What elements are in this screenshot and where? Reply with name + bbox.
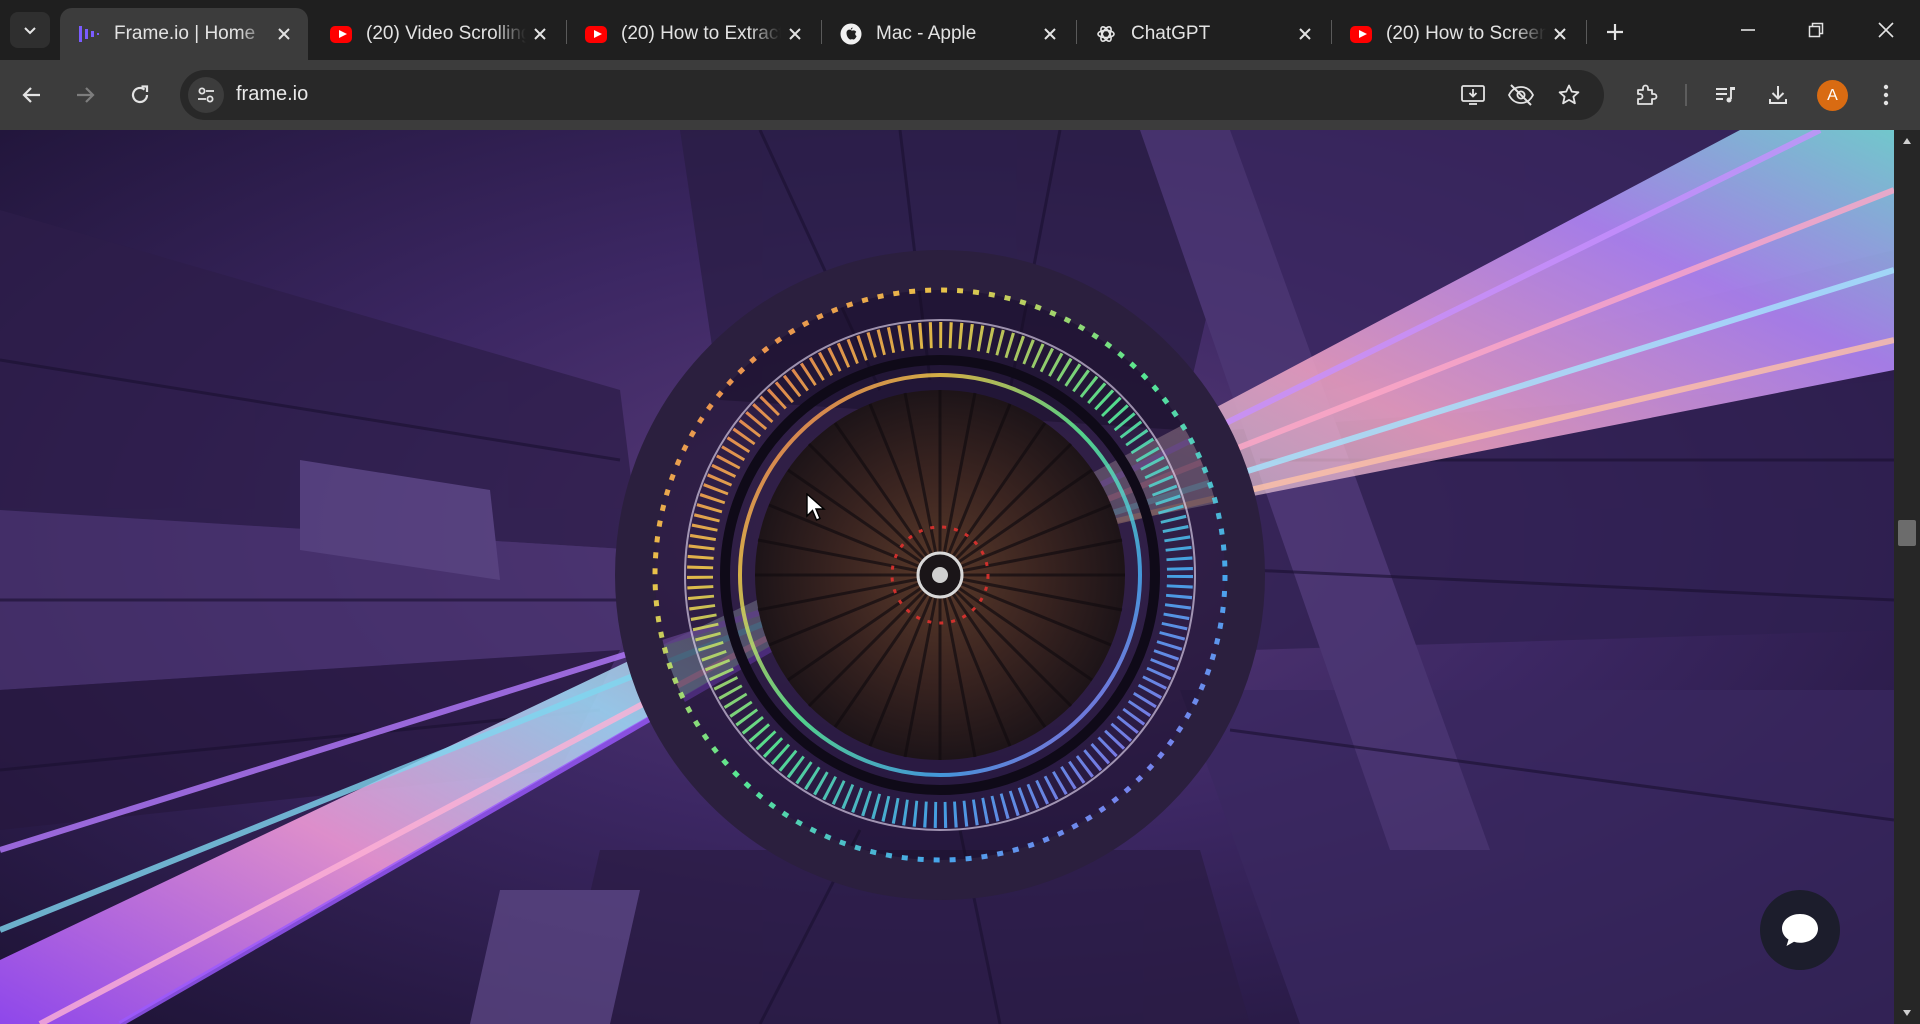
minimize-icon bbox=[1741, 29, 1755, 31]
tab-chatgpt[interactable]: ChatGPT bbox=[1077, 8, 1329, 60]
close-tab-icon[interactable] bbox=[1546, 20, 1574, 48]
downloads-button[interactable] bbox=[1760, 77, 1796, 113]
arrow-right-icon bbox=[77, 87, 95, 103]
toolbar-separator bbox=[1685, 84, 1687, 106]
frameio-icon bbox=[78, 23, 100, 45]
tab-title: (20) Video Scrolling bbox=[366, 23, 526, 44]
tab-title: (20) How to Screen bbox=[1386, 23, 1546, 44]
tab-title: Frame.io | Home bbox=[114, 23, 256, 44]
chat-bubble-icon bbox=[1782, 914, 1818, 946]
close-icon bbox=[1878, 22, 1894, 38]
triangle-down-icon bbox=[1903, 1010, 1911, 1016]
tab-how-to-extract[interactable]: (20) How to Extract bbox=[567, 8, 819, 60]
tab-title: ChatGPT bbox=[1131, 23, 1211, 44]
arrow-left-icon bbox=[22, 87, 40, 103]
restore-button[interactable] bbox=[1782, 0, 1850, 60]
scroll-down-arrow[interactable] bbox=[1894, 1002, 1920, 1024]
profile-avatar[interactable]: A bbox=[1817, 80, 1848, 111]
tab-how-to-screen[interactable]: (20) How to Screen bbox=[1332, 8, 1584, 60]
youtube-icon bbox=[330, 23, 352, 45]
queue-music-icon bbox=[1716, 87, 1735, 103]
chat-widget-button[interactable] bbox=[1760, 890, 1840, 970]
tab-separator bbox=[1586, 20, 1587, 44]
reload-icon bbox=[131, 85, 149, 104]
youtube-icon bbox=[585, 23, 607, 45]
tab-frameio[interactable]: Frame.io | Home bbox=[60, 8, 308, 60]
puzzle-icon bbox=[1637, 84, 1658, 105]
scroll-up-arrow[interactable] bbox=[1894, 130, 1920, 152]
tab-video-scrolling[interactable]: (20) Video Scrolling bbox=[312, 8, 564, 60]
url-text[interactable]: frame.io bbox=[236, 83, 308, 106]
address-bar[interactable]: frame.io bbox=[180, 70, 1604, 120]
hero-video bbox=[0, 130, 1894, 1024]
restore-icon bbox=[1808, 22, 1824, 38]
install-app-icon bbox=[1461, 85, 1485, 105]
media-controls-button[interactable] bbox=[1707, 77, 1743, 113]
tab-mac-apple[interactable]: Mac - Apple bbox=[822, 8, 1074, 60]
page-scrollbar[interactable] bbox=[1894, 130, 1920, 1024]
close-tab-icon[interactable] bbox=[1291, 20, 1319, 48]
tab-title: (20) How to Extract bbox=[621, 23, 781, 44]
site-info-button[interactable] bbox=[188, 77, 224, 113]
reload-button[interactable] bbox=[122, 77, 158, 113]
close-tab-icon[interactable] bbox=[781, 20, 809, 48]
apple-icon bbox=[840, 23, 862, 45]
new-tab-button[interactable] bbox=[1597, 14, 1633, 50]
tracking-protection-button[interactable] bbox=[1506, 80, 1536, 110]
eye-off-icon bbox=[1507, 84, 1535, 106]
close-tab-icon[interactable] bbox=[1036, 20, 1064, 48]
tune-icon bbox=[198, 87, 214, 103]
minimize-button[interactable] bbox=[1714, 0, 1782, 60]
scrollbar-thumb[interactable] bbox=[1898, 520, 1916, 546]
browser-menu-button[interactable] bbox=[1868, 77, 1904, 113]
page-viewport bbox=[0, 130, 1894, 1024]
star-icon bbox=[1558, 84, 1580, 105]
forward-button[interactable] bbox=[67, 77, 103, 113]
youtube-icon bbox=[1350, 23, 1372, 45]
close-tab-icon[interactable] bbox=[526, 20, 554, 48]
tab-strip: Frame.io | Home (20) Video Scrolling (20… bbox=[0, 0, 1920, 60]
bookmark-button[interactable] bbox=[1554, 80, 1584, 110]
browser-toolbar: frame.io A bbox=[0, 60, 1920, 130]
download-icon bbox=[1769, 86, 1787, 104]
close-tab-icon[interactable] bbox=[270, 20, 298, 48]
chevron-down-icon bbox=[24, 27, 36, 35]
install-app-button[interactable] bbox=[1458, 80, 1488, 110]
triangle-up-icon bbox=[1903, 138, 1911, 144]
extensions-button[interactable] bbox=[1628, 77, 1664, 113]
back-button[interactable] bbox=[14, 77, 50, 113]
chatgpt-icon bbox=[1095, 23, 1117, 45]
tab-title: Mac - Apple bbox=[876, 23, 977, 44]
tab-search-button[interactable] bbox=[10, 12, 50, 48]
plus-icon bbox=[1607, 24, 1623, 40]
mouse-cursor bbox=[806, 493, 826, 521]
close-window-button[interactable] bbox=[1852, 0, 1920, 60]
more-vertical-icon bbox=[1883, 84, 1889, 106]
